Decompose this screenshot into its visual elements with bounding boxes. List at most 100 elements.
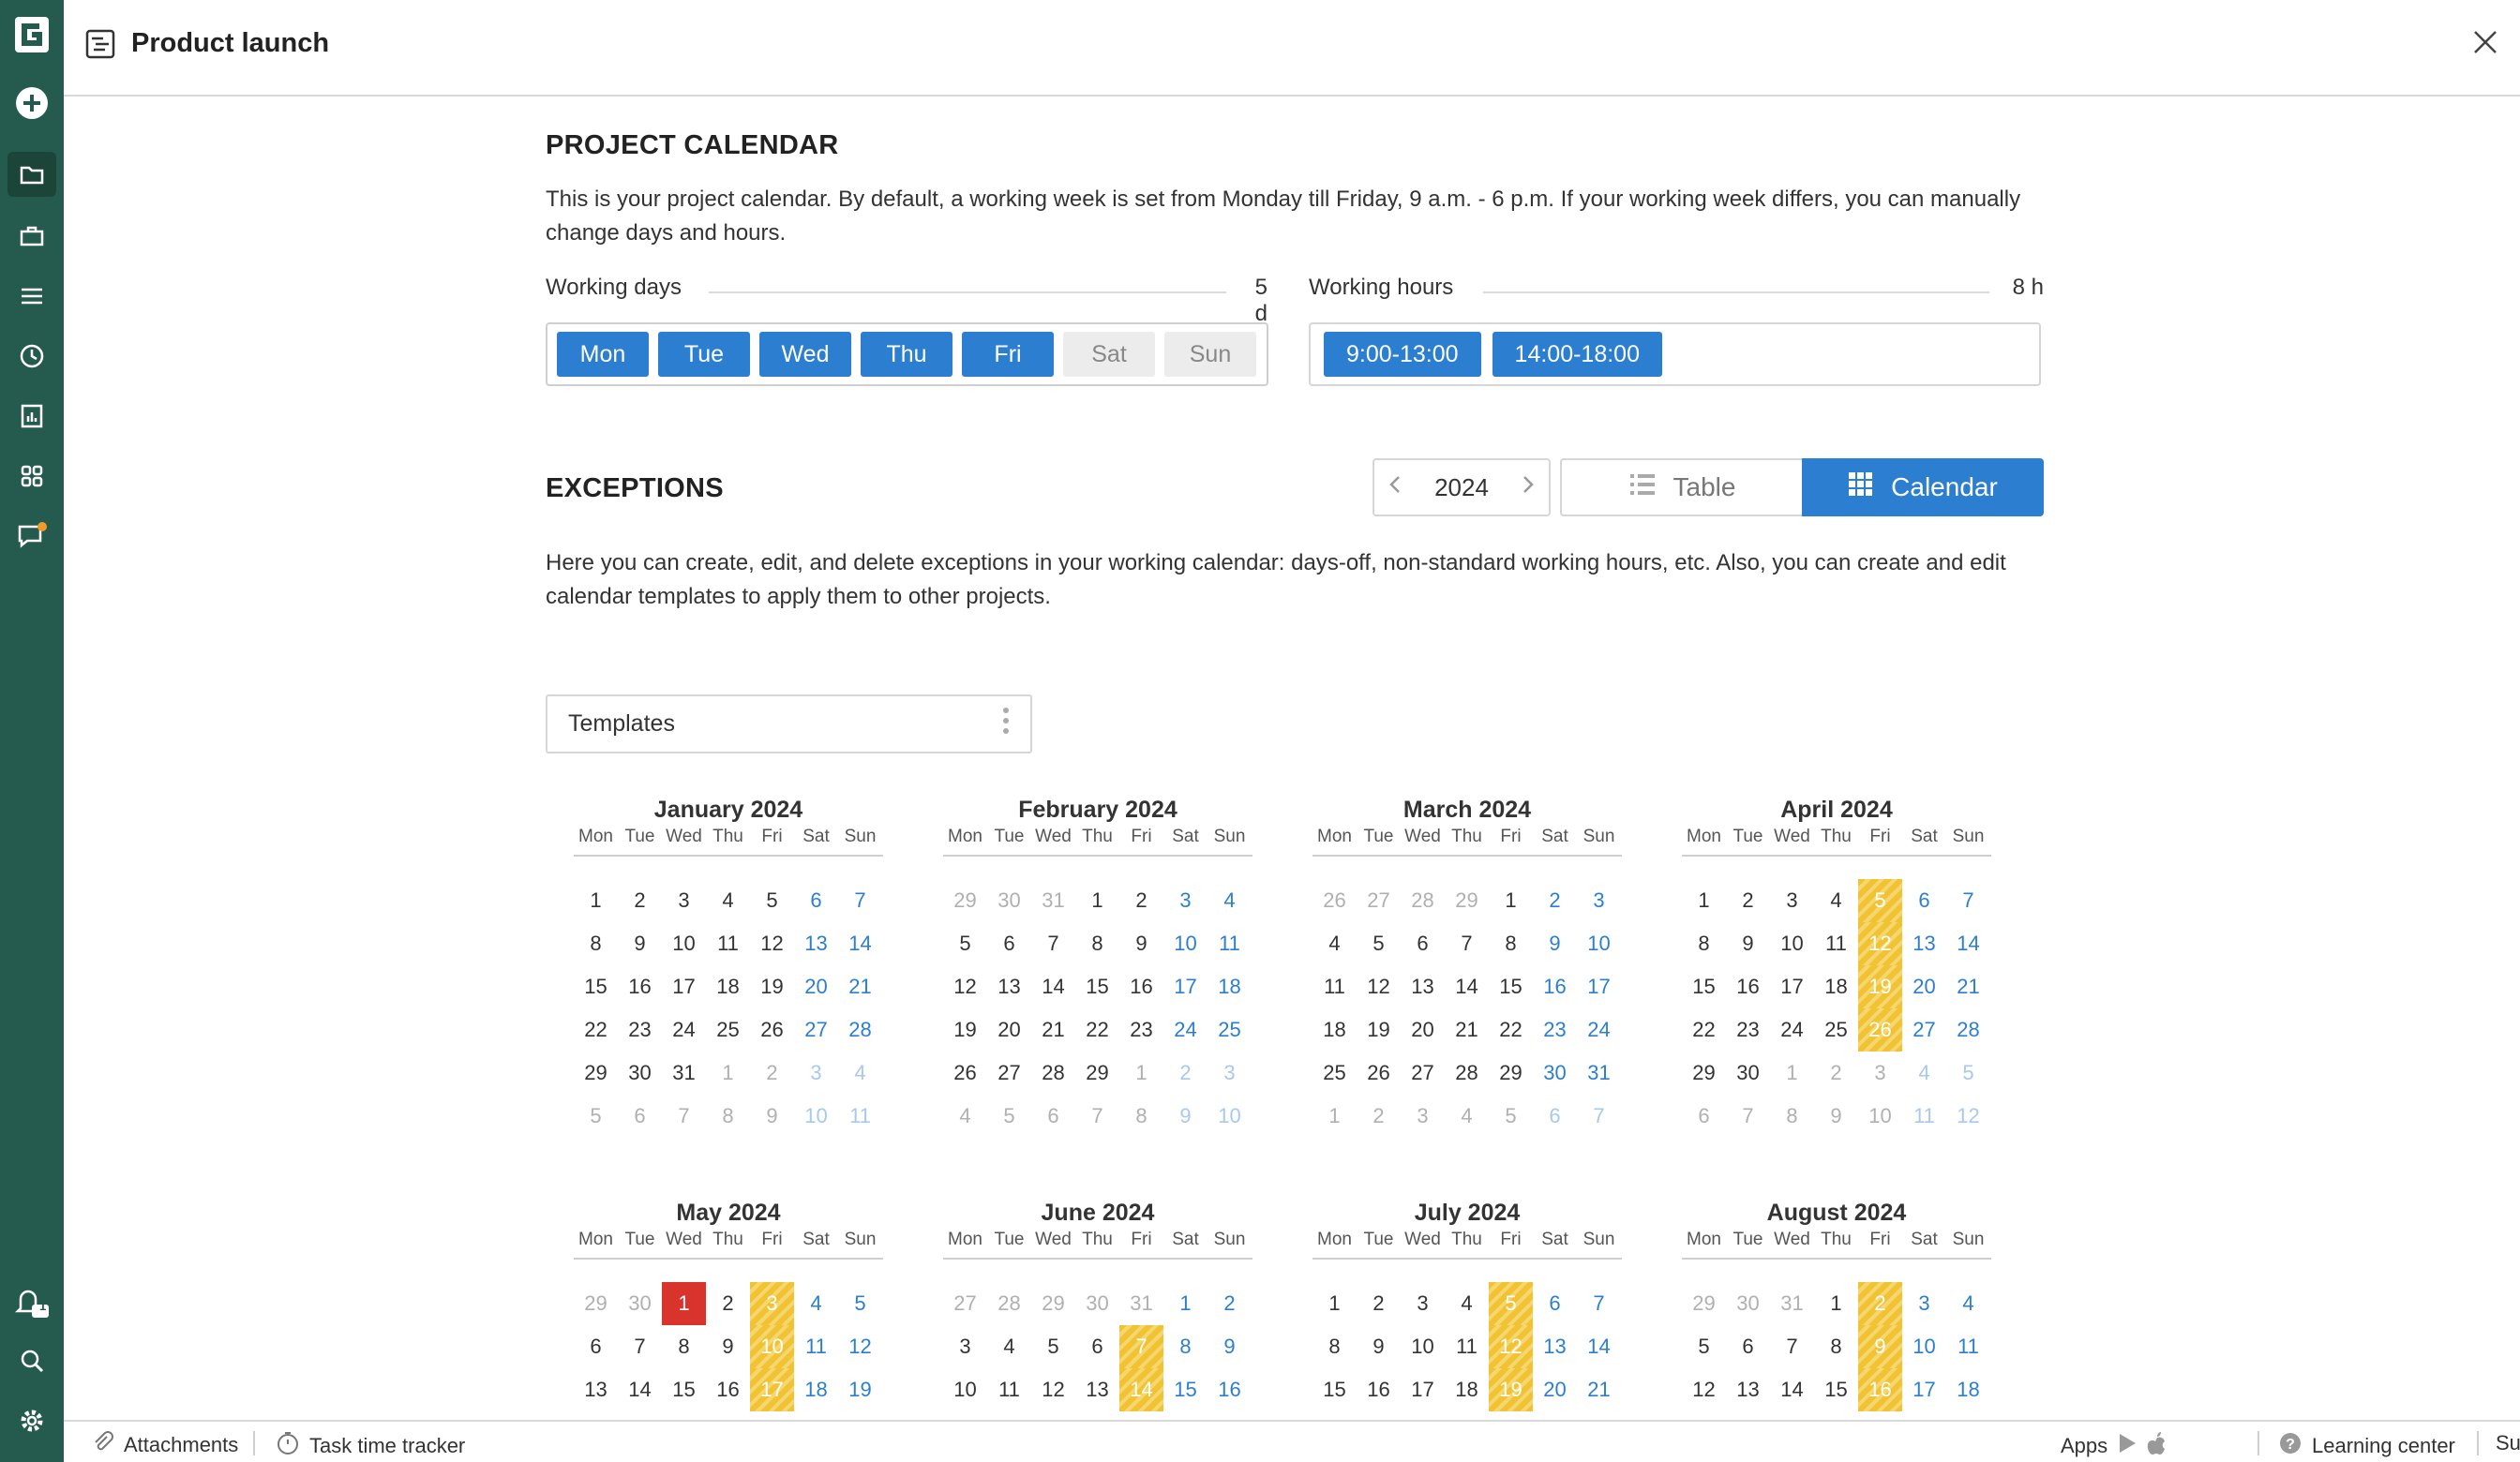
notifications-bell-icon[interactable]: 1 [0, 1282, 64, 1323]
calendar-day[interactable]: 4 [1445, 1095, 1489, 1138]
calendar-day[interactable]: 6 [1533, 1095, 1577, 1138]
calendar-day[interactable]: 3 [750, 1282, 794, 1325]
calendar-day[interactable]: 2 [1726, 879, 1770, 922]
calendar-day[interactable]: 29 [574, 1282, 618, 1325]
working-hours-interval[interactable]: 14:00-18:00 [1492, 332, 1662, 377]
chat-icon[interactable] [0, 515, 64, 557]
calendar-day[interactable]: 3 [1770, 879, 1814, 922]
calendar-day[interactable]: 7 [1075, 1095, 1119, 1138]
task-time-tracker-button[interactable]: Task time tracker [276, 1431, 465, 1461]
calendar-day[interactable]: 31 [1577, 1052, 1621, 1095]
day-toggle-sun[interactable]: Sun [1164, 332, 1256, 377]
calendar-day[interactable]: 29 [1445, 879, 1489, 922]
day-toggle-sat[interactable]: Sat [1063, 332, 1155, 377]
calendar-day[interactable]: 4 [943, 1095, 987, 1138]
calendar-day[interactable]: 1 [1075, 879, 1119, 922]
day-toggle-fri[interactable]: Fri [962, 332, 1054, 377]
calendar-day[interactable]: 29 [1075, 1052, 1119, 1095]
calendar-day[interactable]: 23 [618, 1008, 662, 1052]
chevron-left-icon[interactable] [1388, 473, 1402, 502]
calendar-day[interactable]: 21 [838, 965, 882, 1008]
calendar-day[interactable]: 18 [1814, 965, 1858, 1008]
calendar-day[interactable]: 6 [1533, 1282, 1577, 1325]
calendar-day[interactable]: 8 [1119, 1095, 1163, 1138]
calendar-day[interactable]: 5 [1946, 1052, 1990, 1095]
calendar-day[interactable]: 11 [1445, 1325, 1489, 1368]
calendar-day[interactable]: 1 [1489, 879, 1533, 922]
calendar-day[interactable]: 22 [574, 1008, 618, 1052]
calendar-day[interactable]: 7 [662, 1095, 706, 1138]
calendar-day[interactable]: 7 [1445, 922, 1489, 965]
calendar-day[interactable]: 29 [1682, 1282, 1726, 1325]
calendar-day[interactable]: 4 [1946, 1282, 1990, 1325]
calendar-day[interactable]: 11 [1312, 965, 1357, 1008]
calendar-day[interactable]: 24 [1577, 1008, 1621, 1052]
calendar-day[interactable]: 7 [838, 879, 882, 922]
calendar-day[interactable]: 4 [838, 1052, 882, 1095]
calendar-day[interactable]: 13 [574, 1368, 618, 1411]
calendar-day[interactable]: 8 [1770, 1095, 1814, 1138]
calendar-day[interactable]: 6 [1075, 1325, 1119, 1368]
calendar-day[interactable]: 16 [706, 1368, 750, 1411]
calendar-day[interactable]: 26 [1858, 1008, 1902, 1052]
calendar-day[interactable]: 4 [794, 1282, 838, 1325]
calendar-day[interactable]: 3 [1208, 1052, 1252, 1095]
calendar-day[interactable]: 20 [1401, 1008, 1445, 1052]
calendar-day[interactable]: 17 [1163, 965, 1208, 1008]
calendar-day[interactable]: 12 [1858, 922, 1902, 965]
calendar-day[interactable]: 2 [618, 879, 662, 922]
calendar-day[interactable]: 1 [1163, 1282, 1208, 1325]
calendar-day[interactable]: 2 [1533, 879, 1577, 922]
calendar-day[interactable]: 12 [1489, 1325, 1533, 1368]
calendar-day[interactable]: 3 [1401, 1282, 1445, 1325]
calendar-day[interactable]: 17 [1577, 965, 1621, 1008]
calendar-day[interactable]: 29 [1489, 1052, 1533, 1095]
calendar-day[interactable]: 17 [662, 965, 706, 1008]
calendar-day[interactable]: 5 [1682, 1325, 1726, 1368]
calendar-day[interactable]: 21 [1577, 1368, 1621, 1411]
calendar-day[interactable]: 15 [1682, 965, 1726, 1008]
calendar-day[interactable]: 1 [1312, 1282, 1357, 1325]
calendar-day[interactable]: 16 [1357, 1368, 1401, 1411]
calendar-day[interactable]: 12 [1031, 1368, 1075, 1411]
calendar-day[interactable]: 28 [1031, 1052, 1075, 1095]
calendar-day[interactable]: 3 [1401, 1095, 1445, 1138]
calendar-day[interactable]: 4 [1445, 1282, 1489, 1325]
calendar-day[interactable]: 3 [1577, 879, 1621, 922]
calendar-day[interactable]: 28 [987, 1282, 1031, 1325]
projects-folder-icon[interactable] [0, 150, 64, 199]
calendar-day[interactable]: 30 [618, 1052, 662, 1095]
calendar-day[interactable]: 10 [1401, 1325, 1445, 1368]
calendar-day[interactable]: 3 [1163, 879, 1208, 922]
task-list-icon[interactable] [0, 277, 64, 315]
calendar-day[interactable]: 27 [943, 1282, 987, 1325]
calendar-day[interactable]: 21 [1031, 1008, 1075, 1052]
calendar-day[interactable]: 5 [1489, 1282, 1533, 1325]
calendar-day[interactable]: 8 [1682, 922, 1726, 965]
calendar-day[interactable]: 13 [1533, 1325, 1577, 1368]
calendar-day[interactable]: 27 [794, 1008, 838, 1052]
calendar-day[interactable]: 3 [943, 1325, 987, 1368]
working-hours-interval[interactable]: 9:00-13:00 [1324, 332, 1481, 377]
calendar-day[interactable]: 27 [1401, 1052, 1445, 1095]
calendar-day[interactable]: 25 [1208, 1008, 1252, 1052]
calendar-day[interactable]: 15 [662, 1368, 706, 1411]
calendar-day[interactable]: 28 [1946, 1008, 1990, 1052]
calendar-day[interactable]: 6 [1682, 1095, 1726, 1138]
calendar-day[interactable]: 15 [1163, 1368, 1208, 1411]
calendar-day[interactable]: 29 [1682, 1052, 1726, 1095]
calendar-day[interactable]: 14 [1770, 1368, 1814, 1411]
calendar-day[interactable]: 25 [706, 1008, 750, 1052]
calendar-day[interactable]: 11 [838, 1095, 882, 1138]
calendar-day[interactable]: 6 [574, 1325, 618, 1368]
calendar-day[interactable]: 5 [574, 1095, 618, 1138]
calendar-day[interactable]: 16 [1533, 965, 1577, 1008]
calendar-day[interactable]: 12 [943, 965, 987, 1008]
calendar-day[interactable]: 2 [1163, 1052, 1208, 1095]
calendar-day[interactable]: 10 [794, 1095, 838, 1138]
calendar-day[interactable]: 8 [1489, 922, 1533, 965]
calendar-day[interactable]: 17 [1770, 965, 1814, 1008]
calendar-day[interactable]: 9 [1533, 922, 1577, 965]
calendar-day[interactable]: 8 [706, 1095, 750, 1138]
calendar-day[interactable]: 6 [1031, 1095, 1075, 1138]
